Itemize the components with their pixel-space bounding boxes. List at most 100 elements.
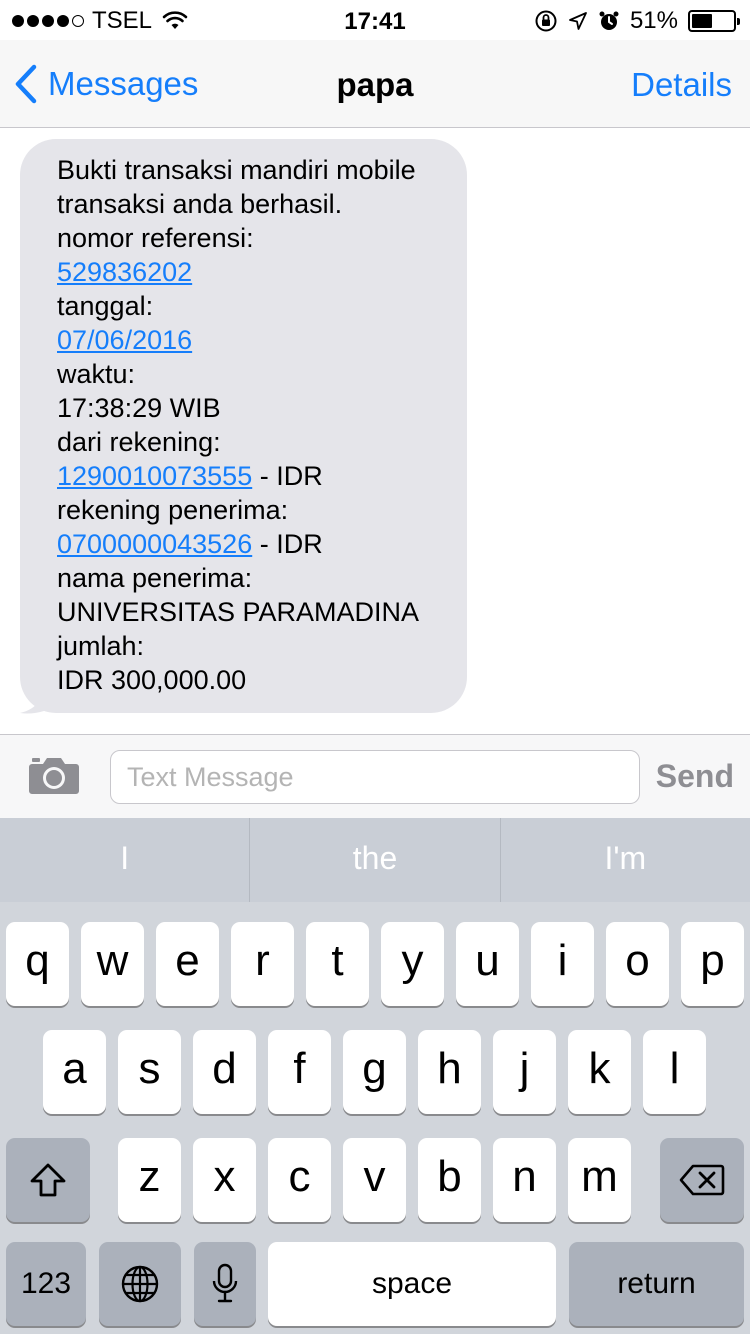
key-c[interactable]: c — [268, 1138, 331, 1222]
message-line: 0700000043526 - IDR — [57, 527, 441, 561]
camera-icon[interactable] — [28, 755, 80, 795]
message-link[interactable]: 1290010073555 — [57, 461, 252, 491]
globe-key[interactable] — [99, 1242, 181, 1326]
message-line: IDR 300,000.00 — [57, 663, 441, 697]
key-d[interactable]: d — [193, 1030, 256, 1114]
numbers-key[interactable]: 123 — [6, 1242, 86, 1326]
key-l[interactable]: l — [643, 1030, 706, 1114]
globe-icon — [121, 1265, 159, 1303]
key-label: z — [138, 1152, 161, 1201]
key-label: c — [288, 1152, 311, 1201]
key-f[interactable]: f — [268, 1030, 331, 1114]
received-message[interactable]: Bukti transaksi mandiri mobile transaksi … — [20, 139, 467, 714]
message-line: 1290010073555 - IDR — [57, 459, 441, 493]
message-text: nomor referensi: — [57, 223, 254, 253]
numbers-key-label: 123 — [20, 1267, 72, 1300]
key-v[interactable]: v — [343, 1138, 406, 1222]
key-q[interactable]: q — [6, 922, 69, 1006]
message-list[interactable]: Bukti transaksi mandiri mobile transaksi … — [0, 129, 750, 734]
message-text: Bukti transaksi mandiri mobile — [57, 155, 416, 185]
message-line: Bukti transaksi mandiri mobile — [57, 153, 441, 187]
battery-percent: 51% — [629, 7, 678, 34]
message-text: transaksi anda berhasil. — [57, 189, 343, 219]
message-line: waktu: — [57, 357, 441, 391]
message-text: nama penerima: — [57, 563, 253, 593]
message-link[interactable]: 0700000043526 — [57, 529, 252, 559]
message-text: dari rekening: — [57, 427, 221, 457]
message-line: tanggal: — [57, 289, 441, 323]
key-p[interactable]: p — [681, 922, 744, 1006]
key-label: t — [331, 936, 344, 985]
status-bar: TSEL 17:41 51% — [0, 0, 750, 40]
key-label: o — [625, 936, 650, 985]
message-text: IDR 300,000.00 — [57, 665, 247, 695]
key-label: i — [557, 936, 568, 985]
key-k[interactable]: k — [568, 1030, 631, 1114]
key-g[interactable]: g — [343, 1030, 406, 1114]
key-t[interactable]: t — [306, 922, 369, 1006]
message-bubble[interactable]: Bukti transaksi mandiri mobile transaksi … — [20, 139, 467, 713]
message-input[interactable] — [110, 750, 640, 804]
orientation-lock-icon — [535, 10, 557, 32]
key-x[interactable]: x — [193, 1138, 256, 1222]
message-line: dari rekening: — [57, 425, 441, 459]
message-text: - IDR — [252, 461, 323, 491]
delete-key[interactable] — [660, 1138, 744, 1222]
shift-key[interactable] — [6, 1138, 90, 1222]
send-button[interactable]: Send — [656, 758, 734, 795]
key-h[interactable]: h — [418, 1030, 481, 1114]
key-label: p — [700, 936, 725, 985]
key-label: x — [213, 1152, 236, 1201]
key-w[interactable]: w — [81, 922, 144, 1006]
message-line: rekening penerima: — [57, 493, 441, 527]
key-label: r — [255, 936, 270, 985]
key-label: h — [437, 1044, 462, 1093]
shift-icon — [30, 1163, 66, 1197]
key-n[interactable]: n — [493, 1138, 556, 1222]
return-key-label: return — [617, 1267, 696, 1300]
key-label: l — [669, 1044, 680, 1093]
key-z[interactable]: z — [118, 1138, 181, 1222]
key-label: w — [96, 936, 129, 985]
suggestion-1[interactable]: I — [0, 818, 249, 902]
message-link[interactable]: 529836202 — [57, 257, 192, 287]
message-text: UNIVERSITAS PARAMADINA — [57, 597, 420, 627]
message-line: jumlah: — [57, 629, 441, 663]
key-r[interactable]: r — [231, 922, 294, 1006]
message-text: 17:38:29 WIB — [57, 393, 221, 423]
key-e[interactable]: e — [156, 922, 219, 1006]
key-b[interactable]: b — [418, 1138, 481, 1222]
message-text: waktu: — [57, 359, 136, 389]
message-line: 17:38:29 WIB — [57, 391, 441, 425]
message-text: - IDR — [252, 529, 323, 559]
keyboard: I the I'm 123 space return qwe r t y u i… — [0, 818, 750, 1334]
message-link[interactable]: 07/06/2016 — [57, 325, 192, 355]
key-label: s — [138, 1044, 161, 1093]
space-key[interactable]: space — [268, 1242, 556, 1326]
key-u[interactable]: u — [456, 922, 519, 1006]
key-o[interactable]: o — [606, 922, 669, 1006]
key-label: y — [401, 936, 424, 985]
navigation-bar: Messages papa Details — [0, 40, 750, 128]
key-j[interactable]: j — [493, 1030, 556, 1114]
suggestion-2[interactable]: the — [249, 818, 499, 902]
key-label: f — [293, 1044, 306, 1093]
message-line: nama penerima: — [57, 561, 441, 595]
key-s[interactable]: s — [118, 1030, 181, 1114]
key-i[interactable]: i — [531, 922, 594, 1006]
return-key[interactable]: return — [569, 1242, 744, 1326]
key-label: a — [62, 1044, 87, 1093]
message-line: 07/06/2016 — [57, 323, 441, 357]
key-label: b — [437, 1152, 462, 1201]
key-label: m — [581, 1152, 618, 1201]
key-y[interactable]: y — [381, 922, 444, 1006]
details-button[interactable]: Details — [631, 66, 732, 104]
key-m[interactable]: m — [568, 1138, 631, 1222]
dictation-key[interactable] — [194, 1242, 256, 1326]
key-label: d — [212, 1044, 237, 1093]
delete-icon — [679, 1164, 725, 1196]
suggestion-3[interactable]: I'm — [499, 818, 750, 902]
key-a[interactable]: a — [43, 1030, 106, 1114]
message-text: rekening penerima: — [57, 495, 289, 525]
message-text: tanggal: — [57, 291, 154, 321]
